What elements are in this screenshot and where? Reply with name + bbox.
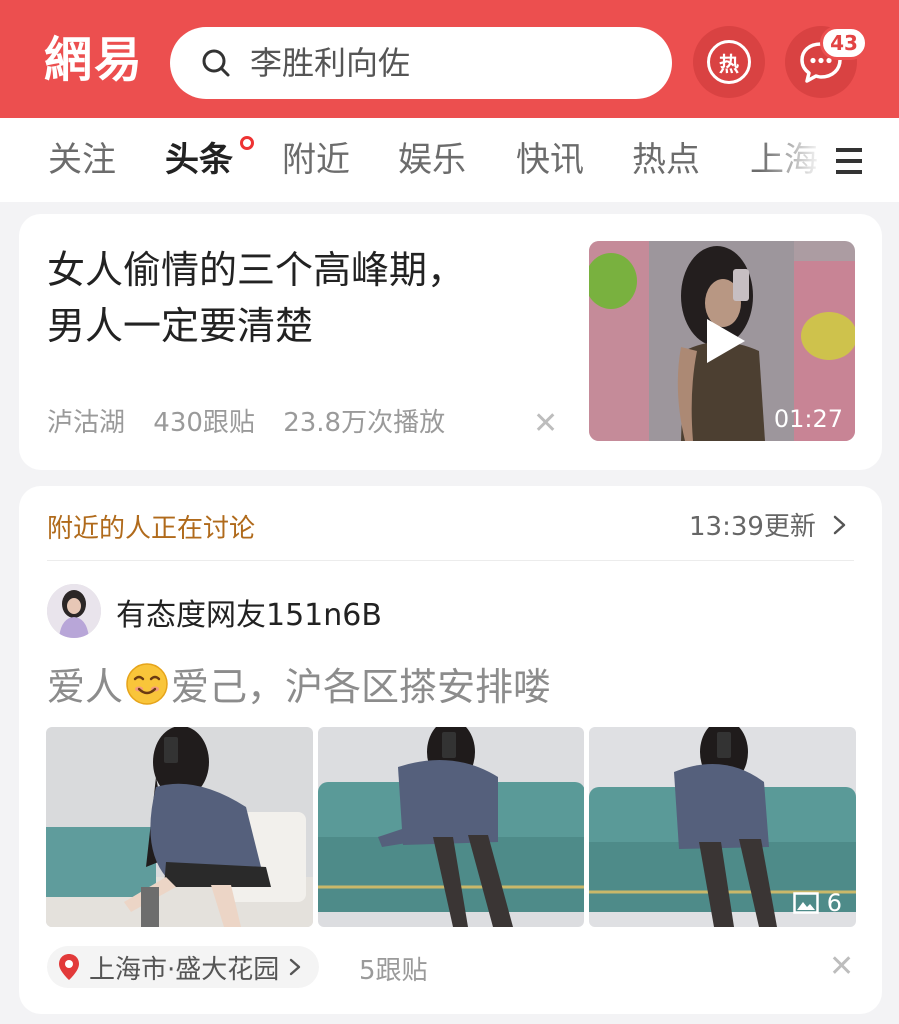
dismiss-close-icon[interactable]: ✕	[533, 409, 558, 439]
hot-button[interactable]: 热	[693, 26, 765, 98]
tab-entertainment[interactable]: 娱乐	[398, 136, 466, 184]
channel-menu-icon[interactable]	[836, 146, 862, 176]
message-count-badge: 43	[820, 26, 868, 60]
avatar[interactable]	[47, 584, 101, 638]
location-name: 上海市·盛大花园	[89, 954, 280, 985]
article-meta: 泸沽湖 430跟贴 23.8万次播放	[47, 402, 465, 439]
location-tag[interactable]: 上海市·盛大花园	[47, 946, 320, 988]
tab-fade-overlay	[760, 118, 830, 202]
video-duration: 01:27	[773, 405, 843, 433]
location-pin-icon	[59, 954, 79, 980]
search-bar[interactable]	[170, 27, 672, 99]
new-dot-indicator	[240, 136, 254, 150]
tab-follow[interactable]: 关注	[48, 136, 116, 184]
article-source: 泸沽湖	[47, 408, 126, 438]
reply-count: 5跟贴	[359, 956, 428, 986]
tab-headlines[interactable]: 头条	[165, 136, 233, 184]
chevron-right-icon	[833, 515, 846, 534]
article-title[interactable]: 女人偷情的三个高峰期， 男人一定要清楚	[47, 242, 567, 354]
tab-nearby[interactable]: 附近	[282, 136, 350, 184]
app-header: 網易 热 43	[0, 0, 899, 118]
update-link[interactable]: 13:39更新	[689, 506, 854, 543]
article-comment-count: 430跟贴	[153, 408, 255, 438]
image-icon	[792, 892, 819, 914]
video-thumbnail[interactable]: 01:27	[589, 241, 855, 441]
photo-count-badge: 6	[792, 889, 842, 917]
post-photo[interactable]	[317, 727, 585, 927]
chevron-right-icon	[290, 958, 301, 976]
username[interactable]: 有态度网友151n6B	[116, 590, 382, 634]
dismiss-close-icon[interactable]: ✕	[829, 952, 854, 982]
netease-logo[interactable]: 網易	[44, 30, 144, 90]
post-photo[interactable]: 6	[589, 727, 857, 927]
search-icon	[202, 49, 230, 77]
hot-icon: 热	[707, 40, 751, 84]
news-card[interactable]: 女人偷情的三个高峰期， 男人一定要清楚 泸沽湖 430跟贴 23.8万次播放 ✕…	[19, 214, 882, 470]
divider	[47, 560, 854, 561]
smile-emoji-icon	[126, 662, 168, 705]
post-photo[interactable]	[46, 727, 313, 927]
post-text[interactable]: 爱人 爱己，沪各区搽安排喽	[47, 656, 551, 711]
update-time: 13:39更新	[689, 512, 816, 542]
article-play-count: 23.8万次播放	[283, 408, 446, 438]
tab-hotspot[interactable]: 热点	[632, 136, 700, 184]
photo-grid: 6	[46, 727, 857, 927]
section-title: 附近的人正在讨论	[47, 514, 256, 544]
tab-flash-news[interactable]: 快讯	[516, 136, 584, 184]
search-input[interactable]	[250, 44, 650, 82]
channel-tab-bar: 关注 头条 附近 娱乐 快讯 热点 上海	[0, 118, 899, 202]
nearby-discussion-card: 附近的人正在讨论 13:39更新 有态度网友151n6B 爱人 爱己，沪各区搽安…	[19, 486, 882, 1014]
